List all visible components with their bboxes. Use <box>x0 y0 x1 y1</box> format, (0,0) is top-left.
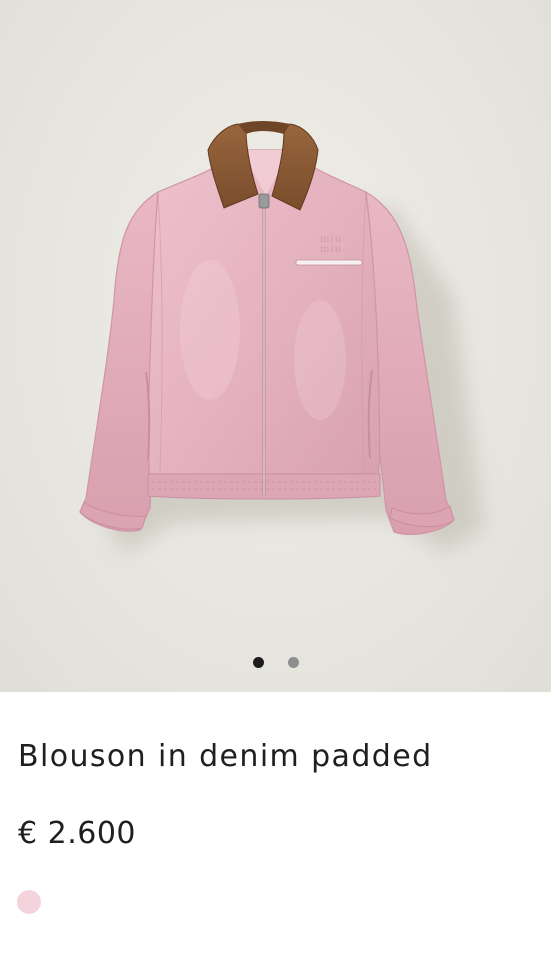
jacket: miu miu <box>79 121 455 535</box>
product-image[interactable]: miu miu <box>0 0 551 692</box>
gallery-dot-1[interactable] <box>252 656 264 668</box>
product-page: miu miu Blouson in denim padded € 2.600 <box>0 0 551 958</box>
product-info: Blouson in denim padded € 2.600 <box>0 692 551 958</box>
svg-text:miu: miu <box>320 244 342 255</box>
product-name: Blouson in denim padded <box>18 739 433 774</box>
product-price: € 2.600 <box>18 816 137 851</box>
product-image-gallery[interactable]: miu miu <box>0 0 551 692</box>
gallery-dot-2[interactable] <box>287 656 299 668</box>
color-swatches <box>17 890 41 914</box>
color-swatch-pink[interactable] <box>17 890 41 914</box>
gallery-pagination <box>0 655 551 669</box>
